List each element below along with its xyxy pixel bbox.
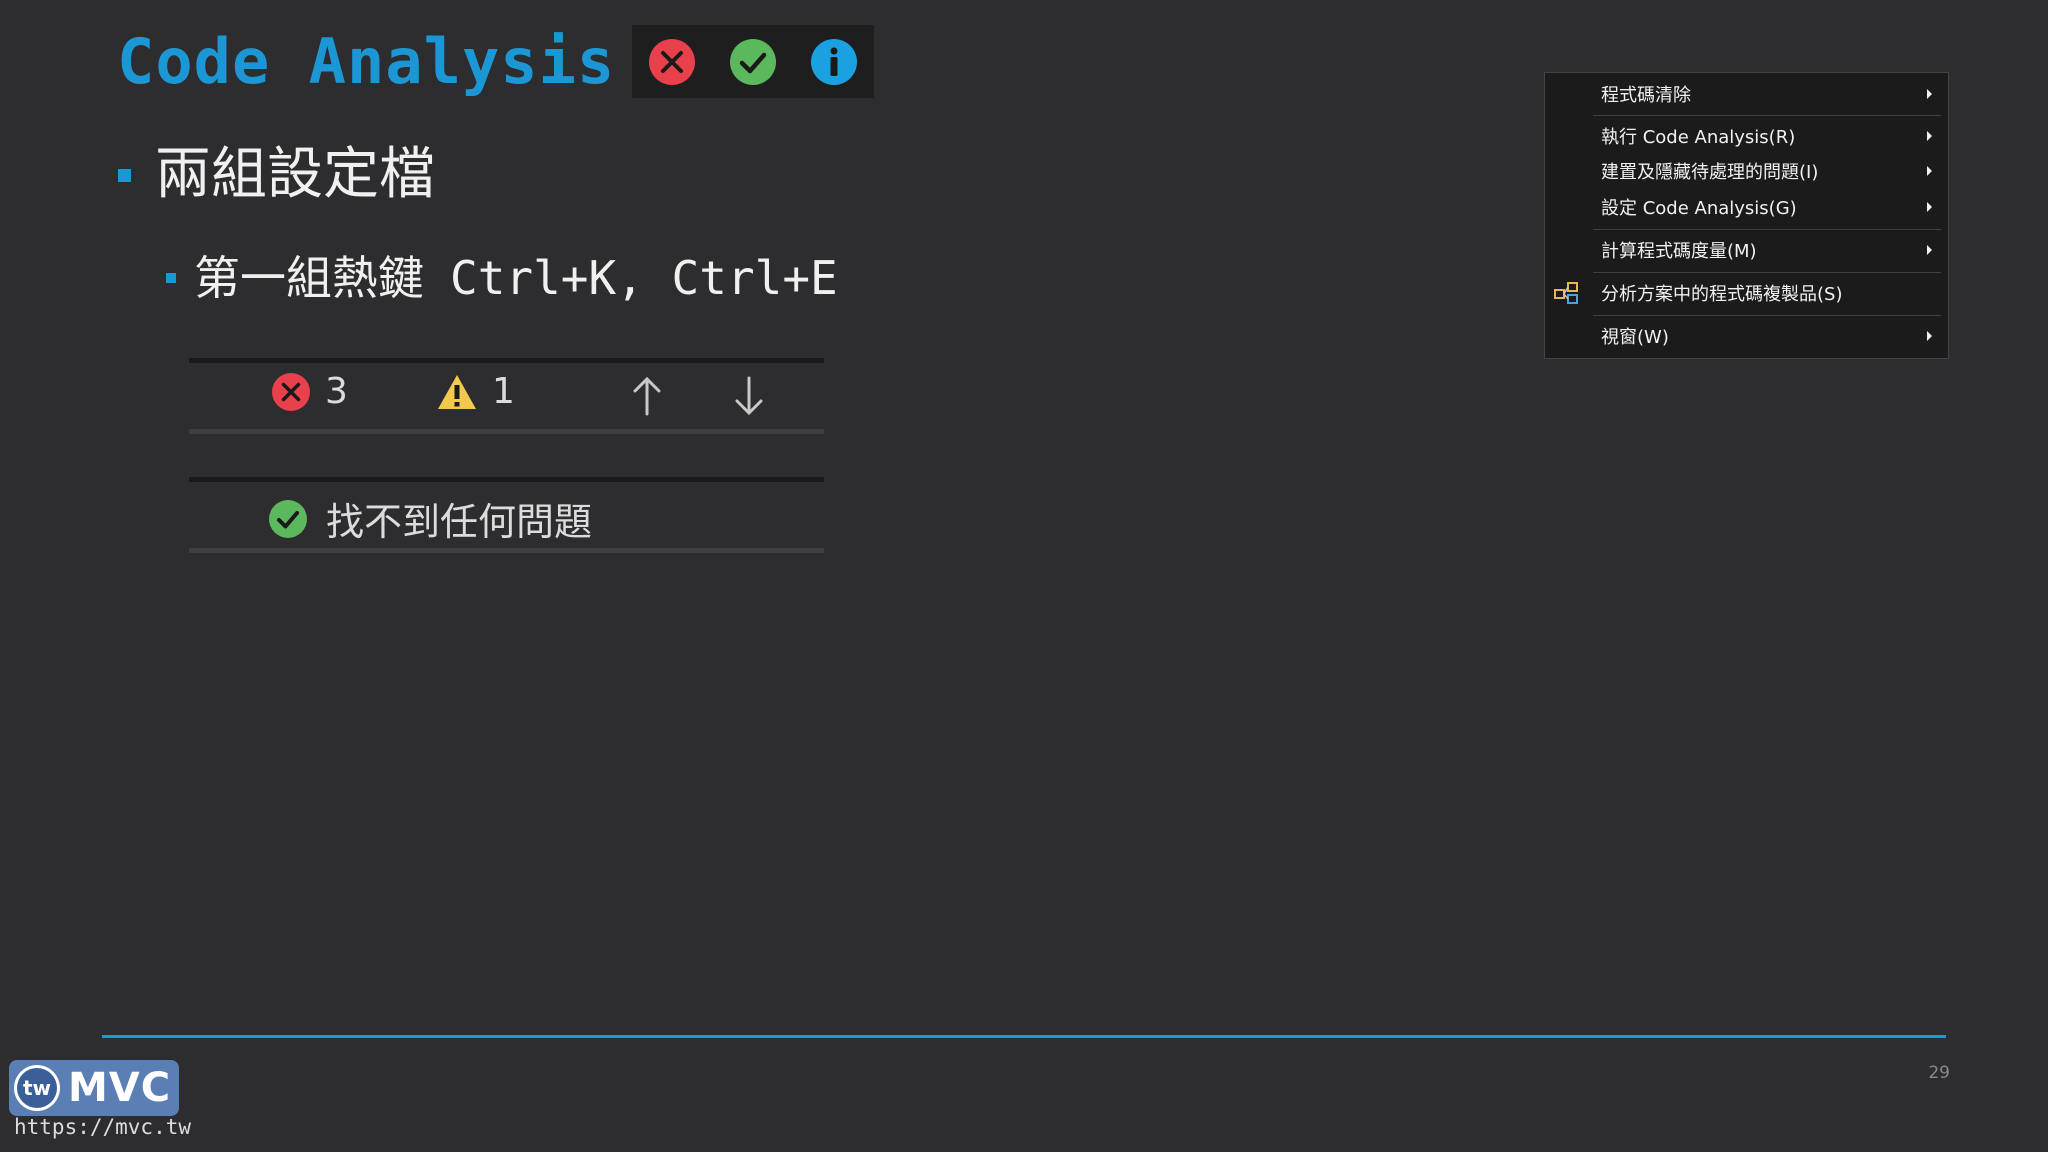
success-icon — [269, 499, 307, 538]
menu-item-label: 執行 Code Analysis(R) — [1601, 127, 1796, 148]
code-clone-icon — [1554, 282, 1578, 304]
submenu-arrow-icon — [1927, 89, 1932, 99]
menu-item-calculate-metrics[interactable]: 計算程式碼度量(M) — [1545, 233, 1948, 267]
error-count: 3 — [325, 371, 348, 412]
logo-text: MVC — [68, 1065, 172, 1111]
menu-item-run-code-analysis[interactable]: 執行 Code Analysis(R) — [1545, 119, 1948, 153]
submenu-arrow-icon — [1927, 166, 1932, 176]
bullet-level1-text: 兩組設定檔 — [155, 142, 435, 207]
warning-icon — [438, 374, 476, 409]
site-url: https://mvc.tw — [14, 1115, 192, 1139]
menu-item-label: 視窗(W) — [1601, 327, 1669, 348]
code-analysis-context-menu: 程式碼清除 執行 Code Analysis(R) 建置及隱藏待處理的問題(I)… — [1544, 72, 1949, 359]
logo-badge-text: tw — [17, 1068, 57, 1108]
menu-separator — [1593, 272, 1941, 273]
menu-separator — [1593, 315, 1941, 316]
menu-item-label: 設定 Code Analysis(G) — [1601, 198, 1797, 219]
menu-item-label: 程式碼清除 — [1601, 85, 1691, 106]
success-icon — [729, 38, 776, 85]
menu-item-label: 分析方案中的程式碼複製品(S) — [1601, 284, 1843, 305]
menu-separator — [1593, 229, 1941, 230]
submenu-arrow-icon — [1927, 202, 1932, 212]
bullet-level1: 兩組設定檔 — [118, 140, 435, 210]
arrow-up-icon[interactable] — [630, 376, 664, 416]
bullet-marker — [166, 273, 176, 283]
bullet-level2: 第一組熱鍵 Ctrl+K, Ctrl+E — [166, 248, 838, 308]
bullet-level2-text: 第一組熱鍵 — [194, 251, 424, 305]
no-issues-indicator[interactable]: 找不到任何問題 — [268, 491, 592, 546]
bullet-marker — [118, 168, 131, 182]
clean-status-bar: 找不到任何問題 — [189, 477, 824, 553]
submenu-arrow-icon — [1927, 331, 1932, 341]
warning-count: 1 — [492, 371, 515, 412]
menu-item-label: 建置及隱藏待處理的問題(I) — [1601, 162, 1819, 183]
error-icon — [272, 372, 310, 411]
hotkey-text: Ctrl+K, Ctrl+E — [450, 251, 838, 305]
error-count-button[interactable]: 3 — [271, 371, 348, 412]
warning-count-button[interactable]: 1 — [436, 371, 515, 412]
menu-item-analyze-code-clones[interactable]: 分析方案中的程式碼複製品(S) — [1545, 276, 1948, 310]
info-icon — [810, 38, 857, 85]
title-icon-strip — [632, 25, 874, 98]
menu-item-label: 計算程式碼度量(M) — [1601, 241, 1757, 262]
menu-item-code-cleanup[interactable]: 程式碼清除 — [1545, 77, 1948, 111]
issues-status-bar: 3 1 — [189, 358, 824, 434]
error-icon — [649, 38, 696, 85]
slide-title: Code Analysis — [117, 25, 616, 98]
menu-separator — [1593, 115, 1941, 116]
logo-badge: tw — [14, 1065, 60, 1111]
arrow-down-icon[interactable] — [732, 376, 766, 416]
mvc-logo: tw MVC — [9, 1060, 179, 1116]
footer-divider — [102, 1035, 1946, 1038]
menu-item-build-suppress-issues[interactable]: 建置及隱藏待處理的問題(I) — [1545, 154, 1948, 188]
submenu-arrow-icon — [1927, 245, 1932, 255]
page-number: 29 — [1928, 1063, 1950, 1083]
menu-item-window[interactable]: 視窗(W) — [1545, 319, 1948, 353]
menu-item-configure-code-analysis[interactable]: 設定 Code Analysis(G) — [1545, 190, 1948, 224]
no-issues-message: 找不到任何問題 — [326, 500, 593, 544]
submenu-arrow-icon — [1927, 131, 1932, 141]
